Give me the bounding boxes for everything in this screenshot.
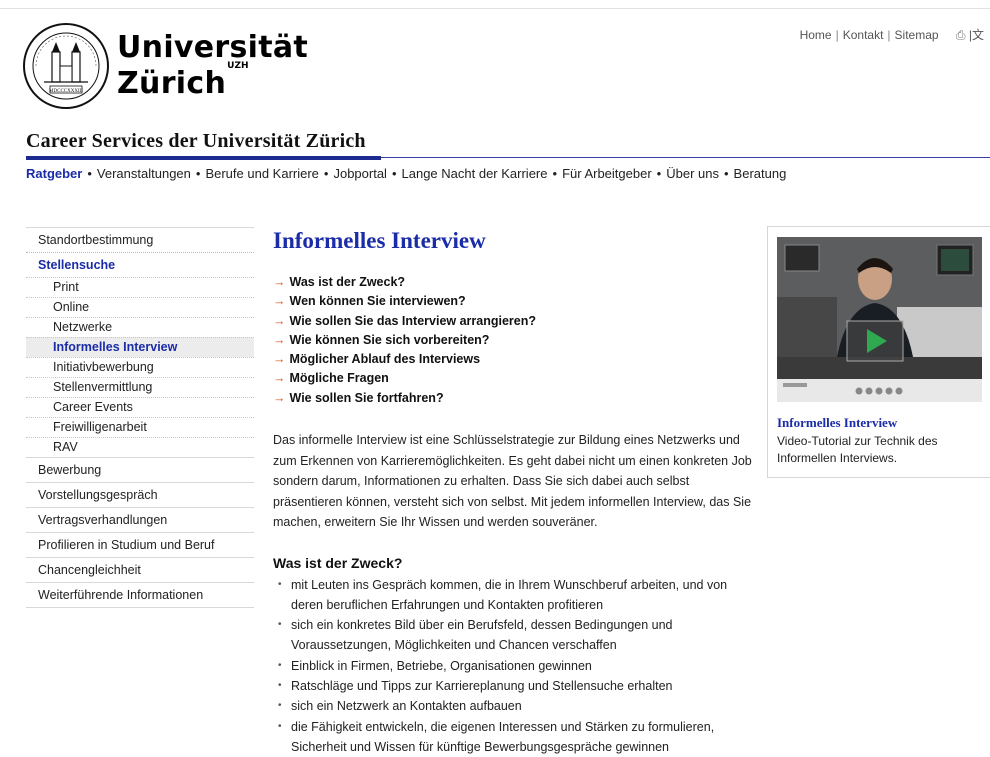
nav-dot: •	[552, 166, 558, 181]
sidebar-item-profilieren[interactable]: Profilieren in Studium und Beruf	[26, 532, 254, 557]
toc-item[interactable]: → Möglicher Ablauf des Interviews	[273, 350, 753, 369]
language-icon[interactable]: |文	[969, 28, 984, 42]
sidebar-subitem-online[interactable]: Online	[26, 297, 254, 317]
toc-link[interactable]: Wie sollen Sie das Interview arrangieren…	[290, 314, 537, 328]
site-section-title[interactable]: Career Services der Universität Zürich	[26, 130, 366, 153]
toc-link[interactable]: Wen können Sie interviewen?	[290, 294, 466, 308]
utility-nav: Home | Kontakt | Sitemap ⎙ |文	[800, 26, 984, 43]
nav-dot: •	[87, 166, 92, 181]
sidebar-bottom-border	[26, 607, 254, 608]
nav-beratung[interactable]: Beratung	[734, 166, 787, 181]
toc-link[interactable]: Möglicher Ablauf des Interviews	[290, 352, 481, 366]
intro-paragraph: Das informelle Interview ist eine Schlüs…	[273, 430, 753, 533]
nav-dot: •	[195, 166, 201, 181]
main-navigation: Ratgeber • Veranstaltungen • Berufe und Karr…	[26, 166, 786, 181]
topnav-sitemap[interactable]: Sitemap	[895, 28, 939, 42]
intro-line: machen, erweitern Sie Ihr Wissen und wer…	[273, 515, 598, 530]
nav-dot: •	[323, 166, 329, 181]
brand-line1: Universität	[117, 30, 309, 65]
arrow-right-icon: →	[273, 313, 286, 328]
main-content: Informelles Interview → Was ist der Zweck…	[273, 226, 753, 757]
list-item: Einblick in Firmen, Betriebe, Organisati…	[278, 656, 753, 677]
seal-motto: MDCCCXXXIII	[49, 89, 83, 94]
nav-dot: •	[391, 166, 397, 181]
sidebar-subitem-freiwilligenarbeit[interactable]: Freiwilligenarbeit	[26, 417, 254, 437]
section-heading-zweck: Was ist der Zweck?	[273, 554, 403, 571]
list-item: mit Leuten ins Gespräch kommen, die in I…	[278, 575, 753, 616]
sidebar-subitem-rav[interactable]: RAV	[26, 437, 254, 457]
university-wordmark[interactable]: Universität ZürichUZH	[117, 32, 308, 100]
title-rule-accent	[26, 156, 381, 160]
sidebar-subitem-netzwerke[interactable]: Netzwerke	[26, 317, 254, 337]
nav-berufe-und-karriere[interactable]: Berufe und Karriere	[205, 166, 318, 181]
separator: |	[887, 28, 891, 42]
intro-line: Das informelle Interview ist eine Schlüs…	[273, 433, 740, 448]
sidebar-nav: Standortbestimmung Stellensuche Print On…	[26, 227, 254, 608]
table-of-contents: → Was ist der Zweck? → Wen können Sie inte…	[273, 273, 753, 408]
arrow-right-icon: →	[273, 275, 286, 289]
sidebar-subitem-informelles-interview[interactable]: Informelles Interview	[26, 337, 254, 357]
nav-fuer-arbeitgeber[interactable]: Für Arbeitgeber	[562, 166, 652, 181]
nav-lange-nacht[interactable]: Lange Nacht der Karriere	[402, 166, 548, 181]
toc-item[interactable]: → Wie sollen Sie fortfahren?	[273, 389, 753, 408]
separator: |	[835, 28, 839, 42]
sidebar-subitem-career-events[interactable]: Career Events	[26, 397, 254, 417]
sidebar-item-chancengleichheit[interactable]: Chancengleichheit	[26, 557, 254, 582]
nav-ueber-uns[interactable]: Über uns	[666, 166, 719, 181]
nav-dot: •	[723, 166, 729, 181]
intro-line: präsentieren können, versteht sich von s…	[273, 494, 752, 509]
list-item: sich ein Netzwerk an Kontakten aufbauen	[278, 696, 753, 717]
toc-link[interactable]: Mögliche Fragen	[290, 371, 389, 385]
toc-item[interactable]: → Mögliche Fragen	[273, 369, 753, 388]
toc-link[interactable]: Was ist der Zweck?	[290, 275, 406, 289]
video-thumbnail[interactable]	[777, 237, 982, 402]
list-item: Ratschläge und Tipps zur Karriereplanung…	[278, 676, 753, 697]
video-teaser-box: Informelles Interview Video-Tutorial zur…	[767, 226, 990, 478]
nav-ratgeber[interactable]: Ratgeber	[26, 166, 82, 181]
purpose-list: mit Leuten ins Gespräch kommen, die in I…	[273, 575, 753, 757]
toc-item[interactable]: → Was ist der Zweck?	[273, 273, 753, 292]
toc-item[interactable]: → Wen können Sie interviewen?	[273, 292, 753, 311]
toc-link[interactable]: Wie sollen Sie fortfahren?	[290, 391, 444, 405]
list-item: die Fähigkeit entwickeln, die eigenen In…	[278, 717, 753, 757]
page-title: Informelles Interview	[273, 228, 486, 253]
print-icon[interactable]: ⎙	[956, 28, 966, 42]
list-item: sich ein konkretes Bild über ein Berufsf…	[278, 615, 753, 656]
arrow-right-icon: →	[273, 371, 286, 386]
sidebar-subitem-stellenvermittlung[interactable]: Stellenvermittlung	[26, 377, 254, 397]
nav-veranstaltungen[interactable]: Veranstaltungen	[97, 166, 191, 181]
topnav-home[interactable]: Home	[800, 28, 832, 42]
arrow-right-icon: →	[273, 294, 286, 309]
video-description: Video-Tutorial zur Technik des Informell…	[777, 434, 938, 465]
toc-item[interactable]: → Wie sollen Sie das Interview arrangiere…	[273, 312, 753, 331]
sidebar-item-vorstellungsgespraech[interactable]: Vorstellungsgespräch	[26, 482, 254, 507]
brand-line2: Zürich	[117, 66, 227, 101]
sidebar-subitem-print[interactable]: Print	[26, 277, 254, 297]
toc-item[interactable]: → Wie können Sie sich vorbereiten?	[273, 331, 753, 350]
arrow-right-icon: →	[273, 352, 286, 367]
nav-jobportal[interactable]: Jobportal	[333, 166, 386, 181]
sidebar-item-weiterfuehrende-informationen[interactable]: Weiterführende Informationen	[26, 582, 254, 607]
top-divider	[0, 8, 990, 9]
sidebar-item-stellensuche[interactable]: Stellensuche	[26, 252, 254, 277]
nav-dot: •	[656, 166, 662, 181]
topnav-kontakt[interactable]: Kontakt	[843, 28, 884, 42]
sidebar-item-vertragsverhandlungen[interactable]: Vertragsverhandlungen	[26, 507, 254, 532]
sidebar-item-standortbestimmung[interactable]: Standortbestimmung	[26, 227, 254, 252]
brand-sup: UZH	[227, 61, 249, 71]
intro-line: sondern darum, Informationen zu erhalten…	[273, 474, 690, 489]
sidebar-subitem-initiativbewerbung[interactable]: Initiativbewerbung	[26, 357, 254, 377]
arrow-right-icon: →	[273, 332, 286, 347]
intro-line: zum Erkennen von Karrieremöglichkeiten. …	[273, 453, 752, 468]
video-title-link[interactable]: Informelles Interview	[777, 415, 897, 431]
university-seal-logo[interactable]: MDCCCXXXIII	[22, 22, 110, 110]
toc-link[interactable]: Wie können Sie sich vorbereiten?	[290, 333, 490, 347]
arrow-right-icon: →	[273, 390, 286, 405]
sidebar-item-bewerbung[interactable]: Bewerbung	[26, 457, 254, 482]
